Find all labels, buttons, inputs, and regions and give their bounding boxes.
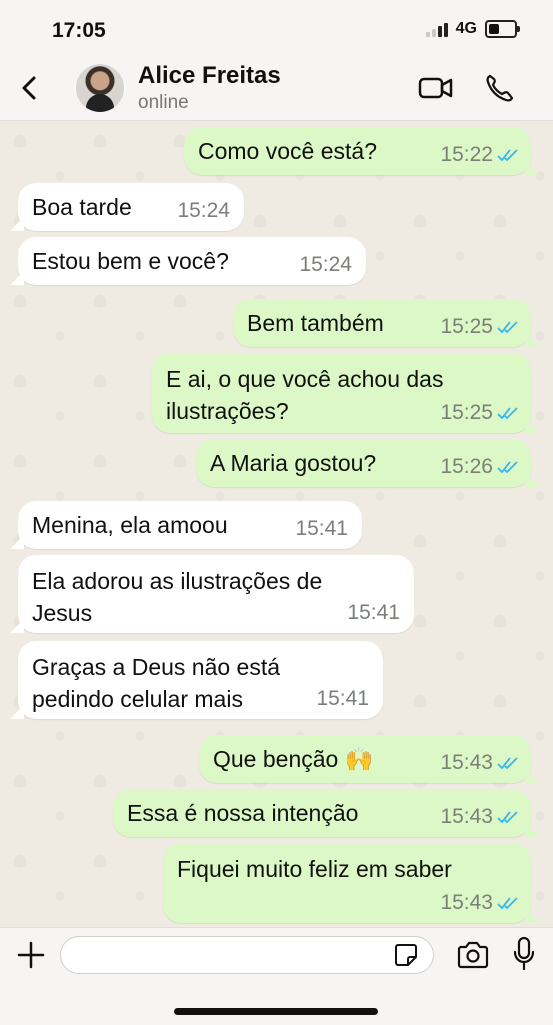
message-input[interactable] xyxy=(60,936,434,974)
message-outgoing[interactable]: Como você está? 15:22 xyxy=(184,127,539,175)
message-text: A Maria gostou? xyxy=(210,450,377,476)
status-time: 17:05 xyxy=(52,19,106,42)
message-meta: 15:41 xyxy=(316,687,369,711)
message-meta: 15:25 xyxy=(440,315,519,339)
message-text: Que benção 🙌 xyxy=(213,746,374,772)
message-time: 15:25 xyxy=(440,401,493,424)
message-time: 15:22 xyxy=(440,143,493,166)
status-bar: 17:05 4G xyxy=(0,0,553,56)
battery-icon xyxy=(485,20,520,38)
message-incoming[interactable]: Menina, ela amoou 15:41 xyxy=(10,501,362,549)
home-indicator[interactable] xyxy=(174,1008,378,1015)
message-meta: 15:43 xyxy=(440,751,519,775)
message-time: 15:24 xyxy=(177,199,230,222)
sticker-icon[interactable] xyxy=(393,942,419,968)
message-meta: 15:41 xyxy=(347,601,400,625)
message-text: Bem também xyxy=(247,310,384,336)
message-incoming[interactable]: Graças a Deus não está pedindo celular m… xyxy=(10,641,383,719)
message-meta: 15:26 xyxy=(440,455,519,479)
message-text: Ela adorou as ilustrações de Jesus xyxy=(32,568,323,626)
contact-status: online xyxy=(138,92,189,113)
message-time: 15:25 xyxy=(440,315,493,338)
message-meta: 15:41 xyxy=(295,517,348,541)
signal-strength-icon xyxy=(425,21,448,37)
read-receipt-icon xyxy=(497,897,518,910)
video-call-icon[interactable] xyxy=(418,74,454,102)
message-text: Fiquei muito feliz em saber xyxy=(177,856,452,882)
message-outgoing[interactable]: A Maria gostou? 15:26 xyxy=(196,439,539,487)
message-time: 15:41 xyxy=(316,687,369,710)
message-meta: 15:25 xyxy=(440,401,519,425)
read-receipt-icon xyxy=(497,149,518,162)
contact-name[interactable]: Alice Freitas xyxy=(138,62,281,90)
message-text: Menina, ela amoou xyxy=(32,512,228,538)
message-meta: 15:43 xyxy=(440,891,519,915)
status-indicators: 4G xyxy=(425,20,520,38)
message-incoming[interactable]: Ela adorou as ilustrações de Jesus 15:41 xyxy=(10,555,414,633)
plus-icon[interactable] xyxy=(16,940,46,970)
message-meta: 15:43 xyxy=(440,805,519,829)
read-receipt-icon xyxy=(497,461,518,474)
message-meta: 15:24 xyxy=(299,253,352,277)
message-text: Estou bem e você? xyxy=(32,248,229,274)
message-outgoing[interactable]: Fiquei muito feliz em saber 15:43 xyxy=(163,843,539,923)
message-time: 15:43 xyxy=(440,891,493,914)
message-text: Como você está? xyxy=(198,138,377,164)
avatar[interactable] xyxy=(76,64,124,112)
message-outgoing[interactable]: E ai, o que você achou das ilustrações? … xyxy=(152,353,539,433)
chat-area[interactable]: Como você está? 15:22 Boa tarde 15:24 Es… xyxy=(0,121,553,927)
message-composer xyxy=(0,927,553,1025)
message-meta: 15:22 xyxy=(440,143,519,167)
phone-icon[interactable] xyxy=(484,72,514,104)
read-receipt-icon xyxy=(497,407,518,420)
message-time: 15:43 xyxy=(440,805,493,828)
message-time: 15:41 xyxy=(347,601,400,624)
chat-header: Alice Freitas online xyxy=(0,56,553,121)
message-text: Boa tarde xyxy=(32,194,132,220)
message-text: Essa é nossa intenção xyxy=(127,800,359,826)
message-incoming[interactable]: Boa tarde 15:24 xyxy=(10,183,244,231)
read-receipt-icon xyxy=(497,811,518,824)
read-receipt-icon xyxy=(497,757,518,770)
message-text: E ai, o que você achou das ilustrações? xyxy=(166,366,444,424)
read-receipt-icon xyxy=(497,321,518,334)
chevron-left-icon[interactable] xyxy=(16,72,44,104)
microphone-icon[interactable] xyxy=(512,936,536,972)
message-outgoing[interactable]: Essa é nossa intenção 15:43 xyxy=(113,789,539,837)
message-text: Graças a Deus não está pedindo celular m… xyxy=(32,654,281,712)
camera-icon[interactable] xyxy=(456,940,490,970)
message-time: 15:41 xyxy=(295,517,348,540)
message-outgoing[interactable]: Que benção 🙌 15:43 xyxy=(199,735,539,783)
message-incoming[interactable]: Estou bem e você? 15:24 xyxy=(10,237,366,285)
message-time: 15:24 xyxy=(299,253,352,276)
message-time: 15:26 xyxy=(440,455,493,478)
message-meta: 15:24 xyxy=(177,199,230,223)
network-type: 4G xyxy=(455,20,477,37)
message-time: 15:43 xyxy=(440,751,493,774)
message-outgoing[interactable]: Bem também 15:25 xyxy=(233,299,539,347)
